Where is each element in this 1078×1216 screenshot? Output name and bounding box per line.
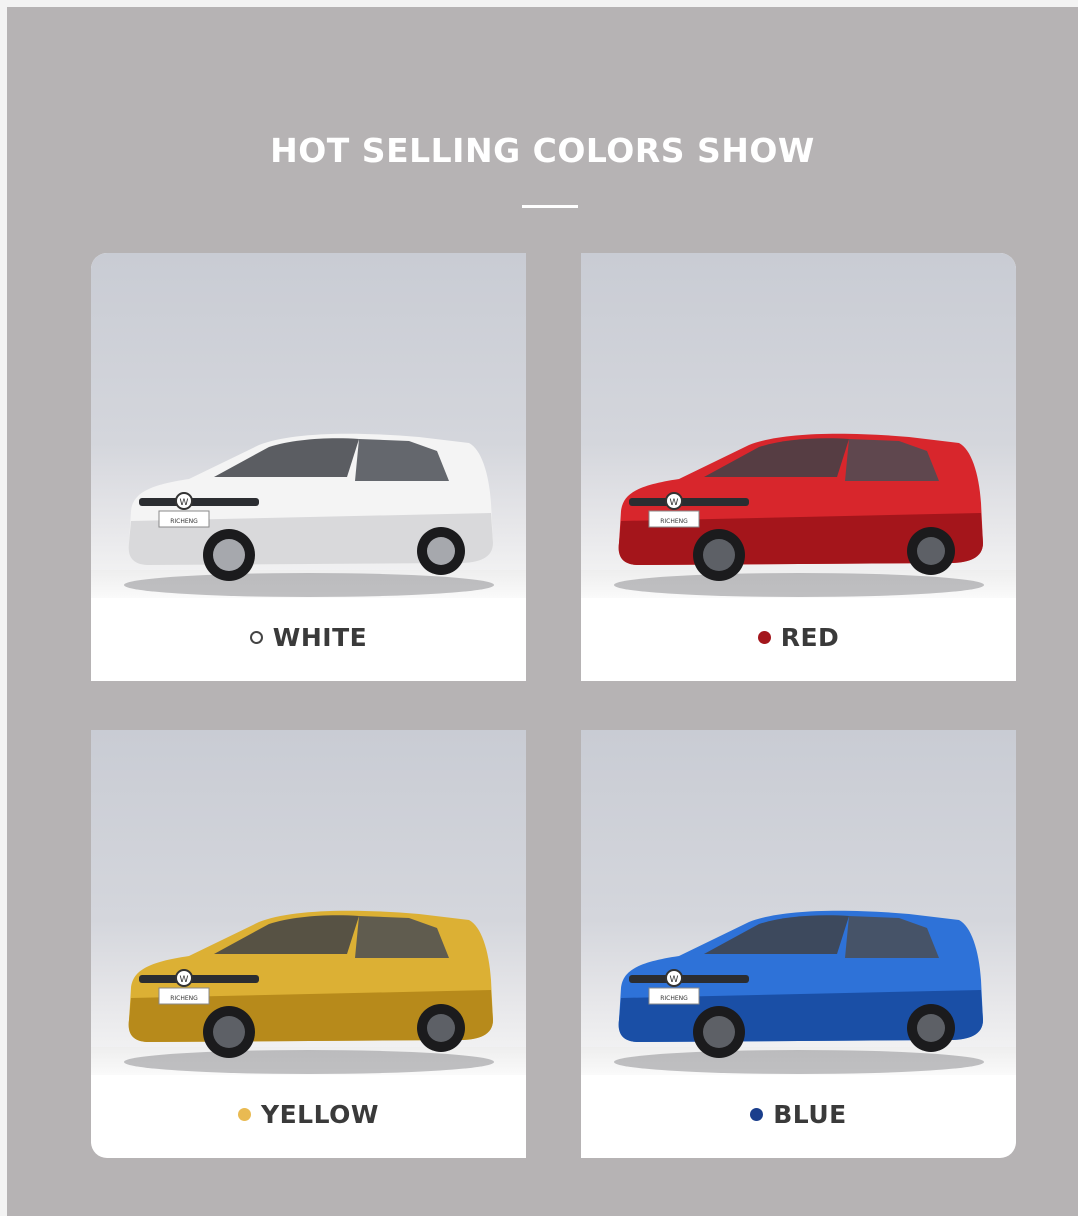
color-name: BLUE [773, 1100, 847, 1129]
color-card-white[interactable]: RICHENG W WHITE [91, 253, 526, 681]
plate-text: RICHENG [660, 518, 688, 525]
car-image-red: RICHENG W [614, 433, 984, 597]
blue-dot-icon [750, 1108, 764, 1121]
color-label: YELLOW [91, 1100, 526, 1129]
color-card-red[interactable]: RICHENG W RED [581, 253, 1016, 681]
svg-text:W: W [670, 498, 679, 508]
red-dot-icon [757, 631, 771, 644]
svg-text:W: W [180, 975, 189, 985]
car-photo: RICHENG W [581, 253, 1016, 598]
car-image-white: RICHENG W [124, 433, 494, 597]
section-title: HOT SELLING COLORS SHOW [270, 131, 815, 170]
color-card-blue[interactable]: RICHENG W BLUE [581, 730, 1016, 1158]
car-photo: RICHENG W [91, 253, 526, 598]
title-divider [522, 205, 578, 208]
color-name: WHITE [272, 623, 368, 652]
plate-text: RICHENG [660, 995, 688, 1002]
white-dot-icon [249, 631, 263, 644]
car-image-blue: RICHENG W [614, 910, 984, 1074]
color-showcase-panel: HOT SELLING COLORS SHOW RICHENG W WHITE … [7, 7, 1078, 1216]
svg-text:W: W [670, 975, 679, 985]
car-image-yellow: RICHENG W [124, 910, 494, 1074]
svg-text:W: W [180, 498, 189, 508]
car-photo: RICHENG W [91, 730, 526, 1075]
plate-text: RICHENG [170, 995, 198, 1002]
color-label: BLUE [581, 1100, 1016, 1129]
color-card-yellow[interactable]: RICHENG W YELLOW [91, 730, 526, 1158]
color-label: RED [581, 623, 1016, 652]
plate-text: RICHENG [170, 518, 198, 525]
yellow-dot-icon [238, 1108, 251, 1121]
color-name: RED [780, 623, 840, 652]
color-label: WHITE [91, 623, 526, 652]
color-name: YELLOW [261, 1100, 379, 1129]
car-photo: RICHENG W [581, 730, 1016, 1075]
